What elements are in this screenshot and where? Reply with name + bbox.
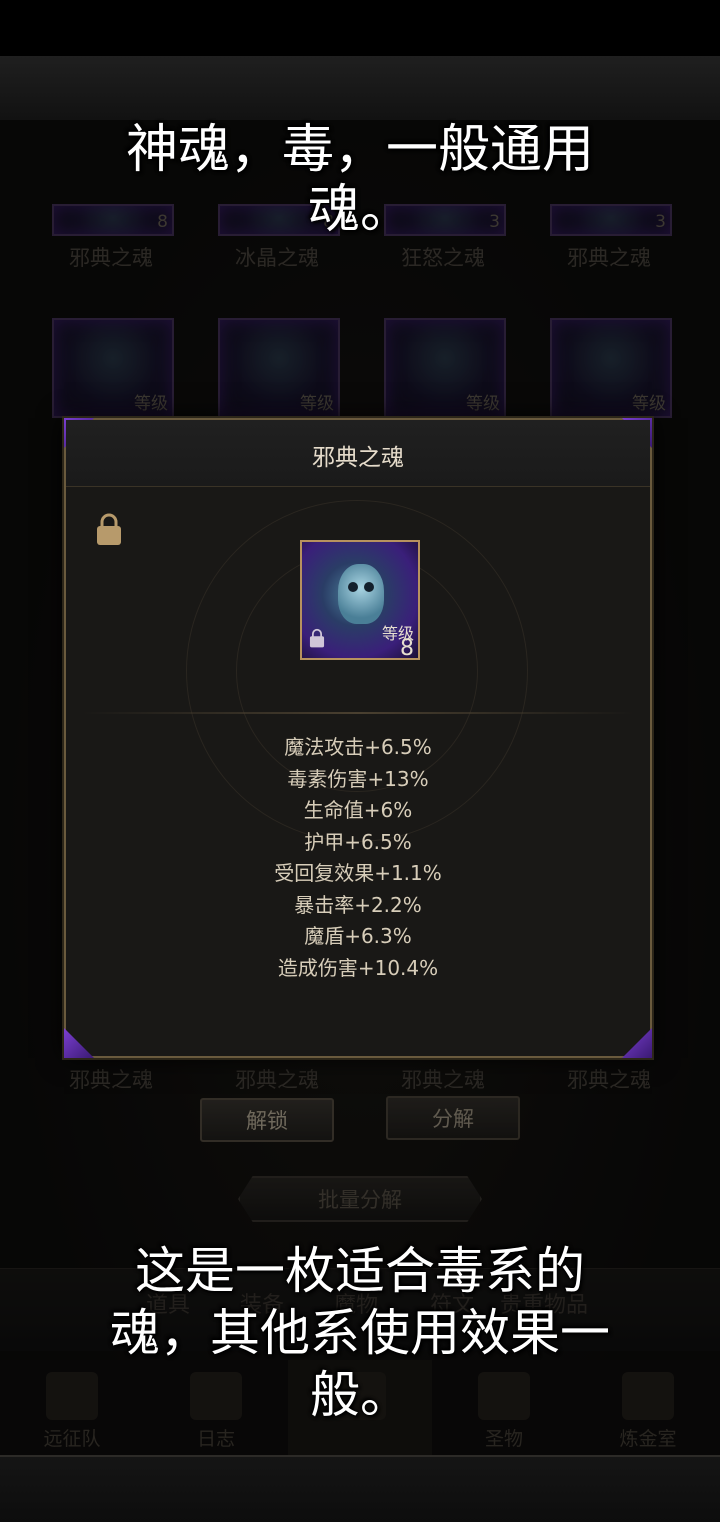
status-bar [0, 0, 720, 56]
stat-line: 受回复效果+1.1% [274, 861, 442, 885]
stat-line: 生命值+6% [303, 798, 413, 822]
stat-line: 造成伤害+10.4% [277, 955, 439, 980]
stat-line: 护甲+6.5% [304, 829, 412, 854]
skull-eye [364, 582, 374, 592]
caption-bottom: 这是一枚适合毒系的 魂，其他系使用效果一 般。 [110, 1242, 610, 1424]
dialog-title: 邪典之魂 [312, 445, 404, 471]
skull-eye [348, 582, 358, 592]
soul-item-icon: 等级 8 [300, 540, 420, 661]
divider [82, 712, 634, 714]
stat-list: 魔法攻击+6.5% 毒素伤害+13% 生命值+6% 护甲+6.5% 受回复效果+… [66, 732, 650, 984]
stat-line: 魔法攻击+6.5% [284, 735, 432, 759]
lock-icon[interactable] [94, 512, 124, 546]
dialog-header: 邪典之魂 [66, 420, 650, 487]
caption-top: 神魂，毒，一般通用 魂。 [125, 120, 594, 240]
stat-line: 毒素伤害+13% [287, 766, 429, 791]
soul-detail-dialog: 邪典之魂 等级 8 魔法攻击+6.5% 毒素伤害+13% 生命值+6% 护甲+6… [64, 418, 652, 1058]
top-frame [0, 56, 720, 122]
dialog-corner [622, 1028, 652, 1058]
dialog-corner [64, 1028, 94, 1058]
stat-line: 魔盾+6.3% [304, 924, 412, 948]
bottom-frame [0, 1455, 720, 1522]
level-value: 8 [400, 636, 414, 661]
stat-line: 暴击率+2.2% [294, 892, 422, 917]
skull-icon [338, 564, 384, 624]
lock-icon [309, 628, 325, 648]
